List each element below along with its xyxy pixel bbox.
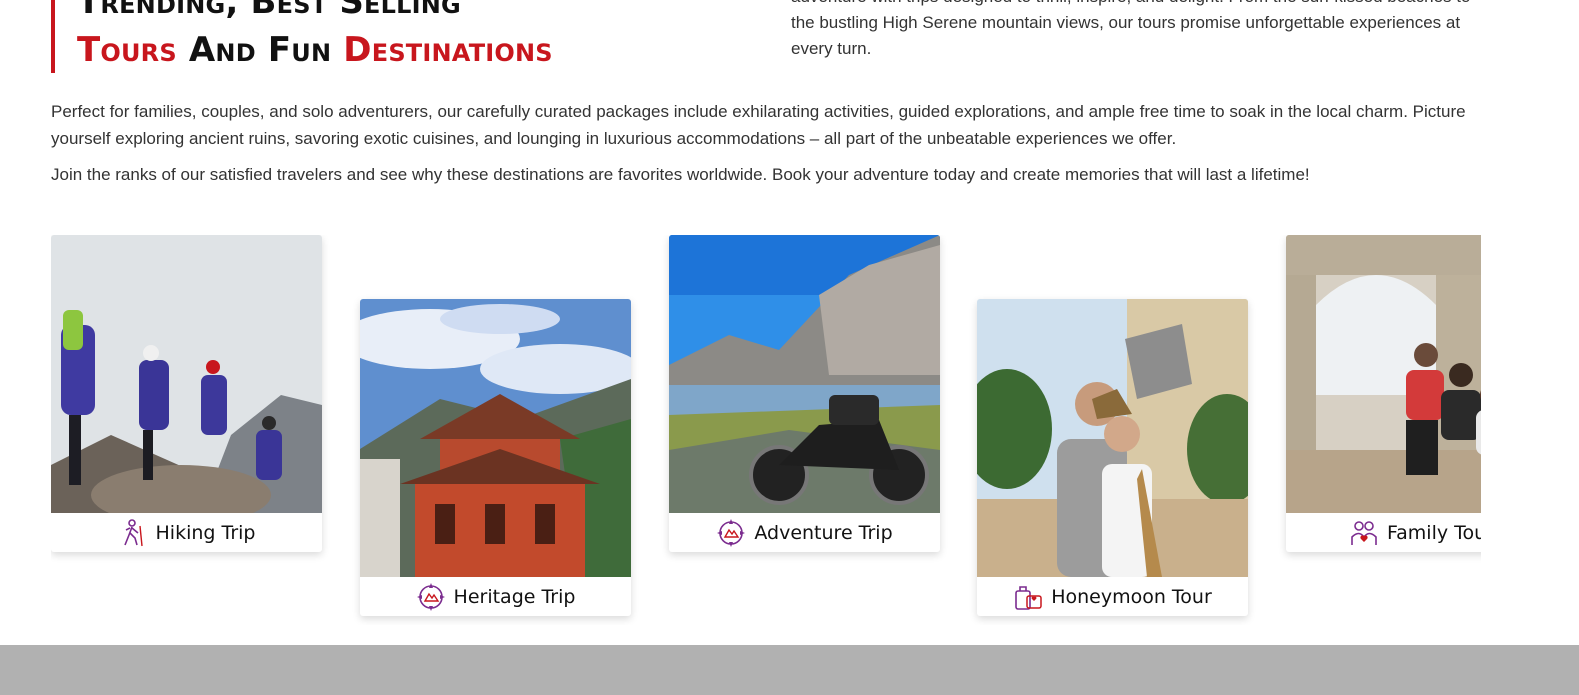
compass-badge-icon <box>716 518 746 548</box>
heading-accent-destinations: Destinations <box>343 30 553 70</box>
family-icon <box>1349 518 1379 548</box>
intro-text: adventure with trips designed to thrill,… <box>791 0 1470 58</box>
tour-card-hiking[interactable]: Hiking Trip <box>51 235 322 552</box>
suitcase-icon <box>1013 582 1043 612</box>
heading-line-1: Trending, Best Selling <box>77 0 461 22</box>
hiker-icon <box>118 518 148 548</box>
tour-card-caption[interactable]: Adventure Trip <box>669 513 940 552</box>
heading-mid-text: And Fun <box>176 30 344 70</box>
tour-card-label: Family Tour <box>1386 521 1481 544</box>
tour-card-caption[interactable]: Hiking Trip <box>51 513 322 552</box>
compass-badge-icon <box>416 582 446 612</box>
tour-card-caption[interactable]: Heritage Trip <box>360 577 631 616</box>
footer-bar <box>0 645 1579 695</box>
heading-line-2: Tours And Fun Destinations <box>77 26 691 74</box>
heritage-photo <box>360 299 631 577</box>
hiking-photo <box>51 235 322 513</box>
tour-card-heritage[interactable]: Heritage Trip <box>360 299 631 616</box>
family-photo <box>1286 235 1481 513</box>
tour-card-caption[interactable]: Family Tour <box>1286 513 1481 552</box>
tour-card-label: Adventure Trip <box>754 521 893 544</box>
section-heading: Trending, Best Selling Tours And Fun Des… <box>51 0 691 73</box>
tour-carousel[interactable]: Hiking Trip Heritage Trip Adventure Trip… <box>51 235 1481 625</box>
honeymoon-photo <box>977 299 1248 577</box>
tour-card-label: Hiking Trip <box>155 521 256 544</box>
tour-card-caption[interactable]: Honeymoon Tour <box>977 577 1248 616</box>
tour-card-family[interactable]: Family Tour <box>1286 235 1481 552</box>
tour-card-adventure[interactable]: Adventure Trip <box>669 235 940 552</box>
tour-card-label: Heritage Trip <box>453 585 576 608</box>
tour-card-label: Honeymoon Tour <box>1051 585 1212 608</box>
description-paragraph-2: Join the ranks of our satisfied traveler… <box>51 165 1310 184</box>
tour-card-honeymoon[interactable]: Honeymoon Tour <box>977 299 1248 616</box>
description-paragraph-1: Perfect for families, couples, and solo … <box>51 102 1466 148</box>
adventure-photo <box>669 235 940 513</box>
heading-accent-tours: Tours <box>77 30 177 70</box>
